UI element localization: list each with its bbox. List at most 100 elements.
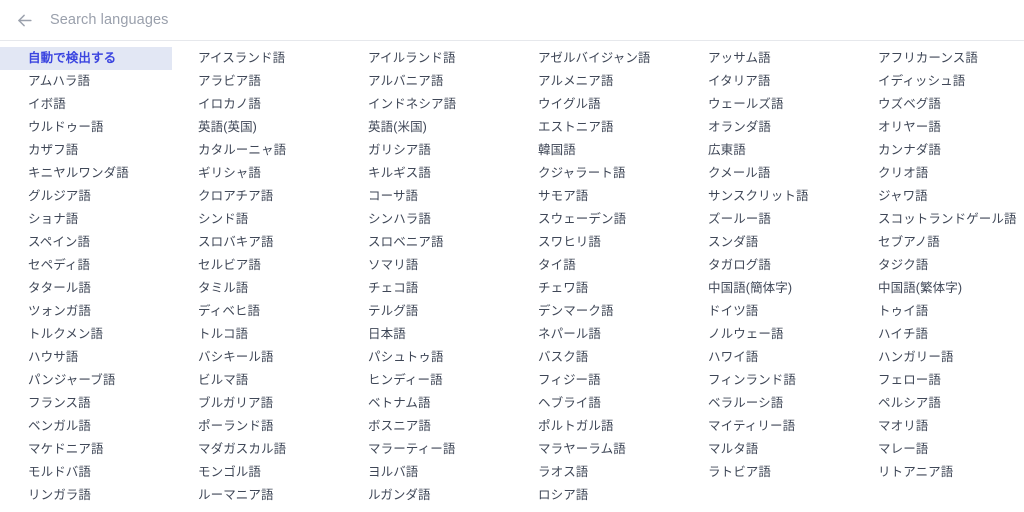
language-item[interactable]: カタルーニャ語 bbox=[170, 139, 340, 162]
language-item[interactable]: チェコ語 bbox=[340, 277, 510, 300]
language-item[interactable]: シンハラ語 bbox=[340, 208, 510, 231]
language-item[interactable]: アルバニア語 bbox=[340, 70, 510, 93]
language-item[interactable]: ネパール語 bbox=[510, 323, 680, 346]
language-item[interactable]: 広東語 bbox=[680, 139, 850, 162]
language-item[interactable]: コーサ語 bbox=[340, 185, 510, 208]
language-item[interactable]: ポルトガル語 bbox=[510, 415, 680, 438]
language-item[interactable]: ベラルーシ語 bbox=[680, 392, 850, 415]
language-item[interactable]: マルタ語 bbox=[680, 438, 850, 461]
language-item[interactable]: テルグ語 bbox=[340, 300, 510, 323]
language-item[interactable]: ボスニア語 bbox=[340, 415, 510, 438]
language-item[interactable]: ウイグル語 bbox=[510, 93, 680, 116]
language-item[interactable]: マレー語 bbox=[850, 438, 1020, 461]
language-item[interactable]: 韓国語 bbox=[510, 139, 680, 162]
language-item[interactable]: チェワ語 bbox=[510, 277, 680, 300]
language-item[interactable]: マケドニア語 bbox=[0, 438, 170, 461]
language-item[interactable]: セルビア語 bbox=[170, 254, 340, 277]
language-item[interactable]: アラビア語 bbox=[170, 70, 340, 93]
language-item[interactable]: 日本語 bbox=[340, 323, 510, 346]
language-item[interactable]: ウズベグ語 bbox=[850, 93, 1020, 116]
language-item[interactable]: ハワイ語 bbox=[680, 346, 850, 369]
language-item[interactable]: クリオ語 bbox=[850, 162, 1020, 185]
language-item[interactable]: オランダ語 bbox=[680, 116, 850, 139]
language-item[interactable]: マラーティー語 bbox=[340, 438, 510, 461]
language-item[interactable]: ベトナム語 bbox=[340, 392, 510, 415]
language-item[interactable]: モルドバ語 bbox=[0, 461, 170, 484]
language-item[interactable]: ビルマ語 bbox=[170, 369, 340, 392]
language-item[interactable]: ガリシア語 bbox=[340, 139, 510, 162]
language-item[interactable]: ルガンダ語 bbox=[340, 484, 510, 507]
language-item[interactable]: パシュトゥ語 bbox=[340, 346, 510, 369]
language-item[interactable]: オリヤー語 bbox=[850, 116, 1020, 139]
language-item[interactable]: パンジャーブ語 bbox=[0, 369, 170, 392]
language-item[interactable]: スロベニア語 bbox=[340, 231, 510, 254]
language-item[interactable]: リトアニア語 bbox=[850, 461, 1020, 484]
language-item[interactable]: カザフ語 bbox=[0, 139, 170, 162]
language-item[interactable]: ツォンガ語 bbox=[0, 300, 170, 323]
language-item[interactable]: マイティリー語 bbox=[680, 415, 850, 438]
language-item[interactable]: セブアノ語 bbox=[850, 231, 1020, 254]
language-item[interactable]: バシキール語 bbox=[170, 346, 340, 369]
language-item[interactable]: アフリカーンス語 bbox=[850, 47, 1020, 70]
language-item[interactable]: モンゴル語 bbox=[170, 461, 340, 484]
language-item[interactable]: ハウサ語 bbox=[0, 346, 170, 369]
language-item[interactable]: イディッシュ語 bbox=[850, 70, 1020, 93]
language-item[interactable]: マオリ語 bbox=[850, 415, 1020, 438]
language-item[interactable]: ディベヒ語 bbox=[170, 300, 340, 323]
language-item[interactable]: イボ語 bbox=[0, 93, 170, 116]
language-item[interactable]: サンスクリット語 bbox=[680, 185, 850, 208]
language-item[interactable]: タタール語 bbox=[0, 277, 170, 300]
language-item[interactable]: アルメニア語 bbox=[510, 70, 680, 93]
language-item[interactable]: フランス語 bbox=[0, 392, 170, 415]
language-item[interactable]: アッサム語 bbox=[680, 47, 850, 70]
arrow-left-icon[interactable] bbox=[13, 9, 35, 31]
language-item[interactable]: ギリシャ語 bbox=[170, 162, 340, 185]
language-item[interactable]: スコットランドゲール語 bbox=[850, 208, 1020, 231]
language-item[interactable]: スペイン語 bbox=[0, 231, 170, 254]
language-item[interactable]: ウルドゥー語 bbox=[0, 116, 170, 139]
search-input[interactable] bbox=[48, 11, 448, 29]
language-item[interactable]: アゼルバイジャン語 bbox=[510, 47, 680, 70]
language-item[interactable]: タミル語 bbox=[170, 277, 340, 300]
language-item[interactable]: ヘブライ語 bbox=[510, 392, 680, 415]
language-item[interactable]: ノルウェー語 bbox=[680, 323, 850, 346]
language-item[interactable]: ウェールズ語 bbox=[680, 93, 850, 116]
language-item[interactable]: バスク語 bbox=[510, 346, 680, 369]
language-item[interactable]: ベンガル語 bbox=[0, 415, 170, 438]
language-item[interactable]: スンダ語 bbox=[680, 231, 850, 254]
language-item-selected[interactable]: 自動で検出する bbox=[0, 47, 172, 70]
language-item[interactable]: 英語(英国) bbox=[170, 116, 340, 139]
language-item[interactable]: リンガラ語 bbox=[0, 484, 170, 507]
language-item[interactable]: ブルガリア語 bbox=[170, 392, 340, 415]
language-item[interactable]: 英語(米国) bbox=[340, 116, 510, 139]
language-item[interactable]: セペディ語 bbox=[0, 254, 170, 277]
language-item[interactable]: スロバキア語 bbox=[170, 231, 340, 254]
language-item[interactable]: カンナダ語 bbox=[850, 139, 1020, 162]
language-item[interactable]: ドイツ語 bbox=[680, 300, 850, 323]
language-item[interactable]: トゥイ語 bbox=[850, 300, 1020, 323]
language-item[interactable]: ヒンディー語 bbox=[340, 369, 510, 392]
language-item[interactable]: タイ語 bbox=[510, 254, 680, 277]
language-item[interactable]: トルクメン語 bbox=[0, 323, 170, 346]
language-item[interactable]: イタリア語 bbox=[680, 70, 850, 93]
language-item[interactable]: ハンガリー語 bbox=[850, 346, 1020, 369]
language-item[interactable]: キルギス語 bbox=[340, 162, 510, 185]
language-item[interactable]: グルジア語 bbox=[0, 185, 170, 208]
language-item[interactable]: クメール語 bbox=[680, 162, 850, 185]
language-item[interactable]: ジャワ語 bbox=[850, 185, 1020, 208]
language-item[interactable]: ラトビア語 bbox=[680, 461, 850, 484]
language-item[interactable]: アイルランド語 bbox=[340, 47, 510, 70]
language-item[interactable]: クジャラート語 bbox=[510, 162, 680, 185]
language-item[interactable]: スワヒリ語 bbox=[510, 231, 680, 254]
language-item[interactable]: インドネシア語 bbox=[340, 93, 510, 116]
language-item[interactable]: ペルシア語 bbox=[850, 392, 1020, 415]
language-item[interactable]: アイスランド語 bbox=[170, 47, 340, 70]
language-item[interactable]: 中国語(繁体字) bbox=[850, 277, 1020, 300]
language-item[interactable]: ショナ語 bbox=[0, 208, 170, 231]
language-item[interactable]: ソマリ語 bbox=[340, 254, 510, 277]
language-item[interactable]: ハイチ語 bbox=[850, 323, 1020, 346]
language-item[interactable]: キニヤルワンダ語 bbox=[0, 162, 170, 185]
language-item[interactable]: アムハラ語 bbox=[0, 70, 170, 93]
language-item[interactable]: フィンランド語 bbox=[680, 369, 850, 392]
language-item[interactable]: マダガスカル語 bbox=[170, 438, 340, 461]
